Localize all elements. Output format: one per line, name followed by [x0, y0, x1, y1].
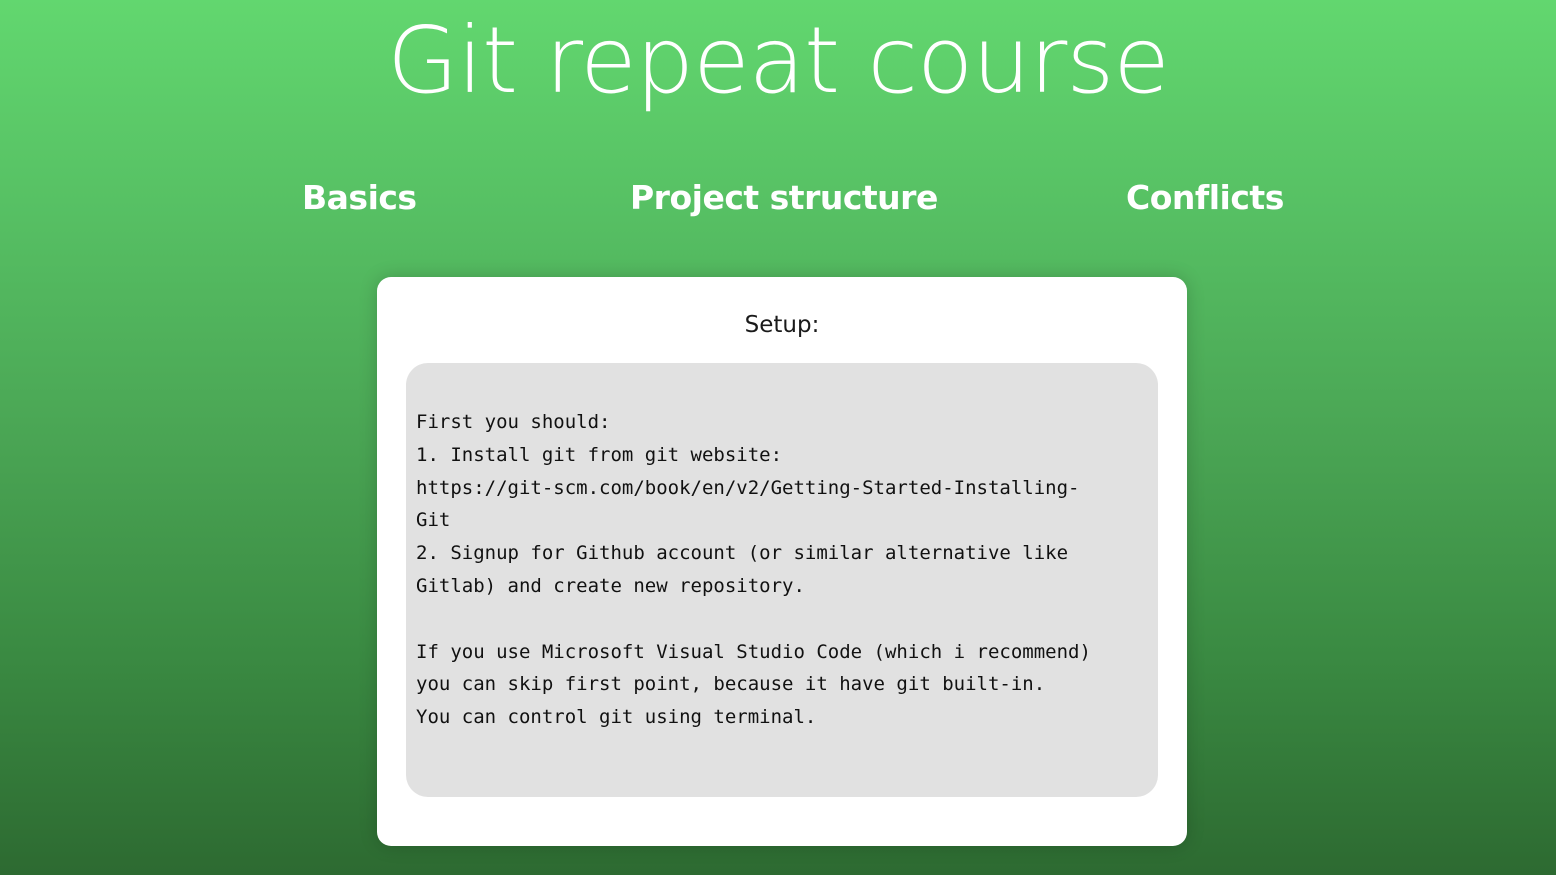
setup-card: Setup: First you should: 1. Install git … — [377, 277, 1187, 846]
code-line: https://git-scm.com/book/en/v2/Getting-S… — [416, 476, 1080, 499]
code-block: First you should: 1. Install git from gi… — [406, 363, 1158, 797]
nav-link-project-structure[interactable]: Project structure — [630, 176, 938, 220]
page-title: Git repeat course — [387, 7, 1170, 114]
code-line: If you use Microsoft Visual Studio Code … — [416, 640, 1091, 663]
code-line: First you should: — [416, 411, 611, 433]
code-line: Gitlab) and create new repository. — [416, 574, 805, 597]
nav-link-conflicts[interactable]: Conflicts — [1126, 176, 1284, 220]
card-heading: Setup: — [744, 312, 820, 338]
code-line: 1. Install git from git website: — [416, 443, 783, 466]
code-line: Git — [416, 509, 451, 532]
code-line: you can skip first point, because it hav… — [416, 673, 1046, 696]
code-line: 2. Signup for Github account (or similar… — [416, 542, 1069, 565]
main-nav: Basics Project structure Conflicts — [0, 176, 1556, 220]
nav-link-basics[interactable]: Basics — [302, 176, 417, 220]
code-line: You can control git using terminal. — [416, 706, 817, 729]
